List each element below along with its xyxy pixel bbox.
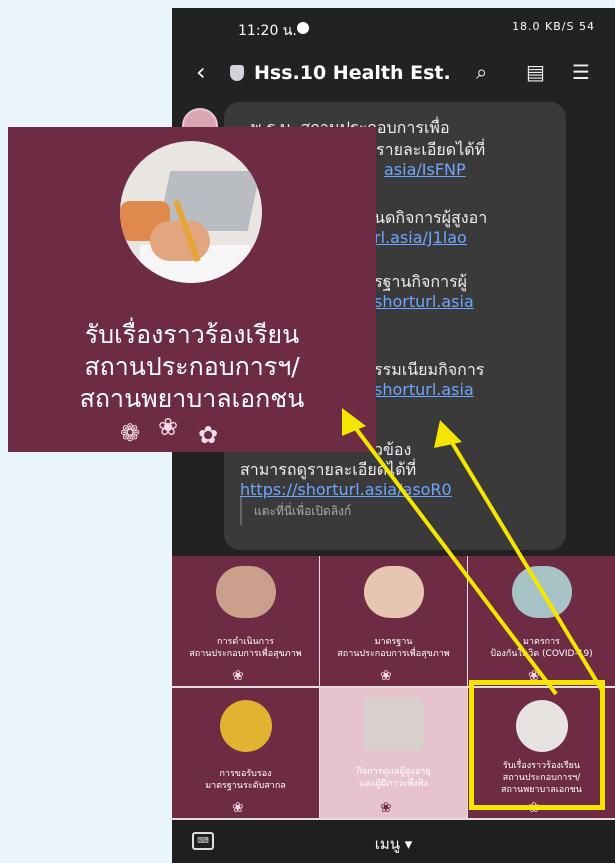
arrow-line (349, 420, 558, 696)
arrow-head (342, 408, 366, 436)
arrow-head (434, 420, 462, 448)
highlight-box (469, 680, 605, 810)
